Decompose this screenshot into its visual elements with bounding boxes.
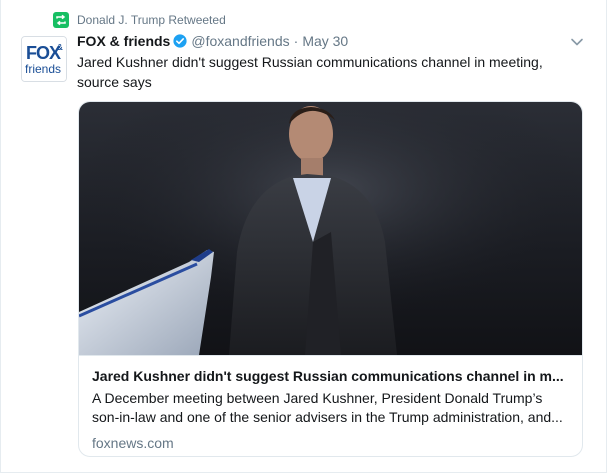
timestamp[interactable]: May 30	[302, 33, 348, 49]
card-image[interactable]	[79, 102, 582, 355]
card-body[interactable]: Jared Kushner didn't suggest Russian com…	[79, 355, 582, 456]
fox-and-friends-logo: FOX & friends	[22, 37, 66, 81]
card-description: A December meeting between Jared Kushner…	[92, 390, 563, 425]
retweet-icon	[53, 12, 69, 28]
chevron-down-icon[interactable]	[569, 34, 585, 50]
card-title[interactable]: Jared Kushner didn't suggest Russian com…	[92, 366, 569, 386]
logo-amp-text: &	[57, 43, 63, 52]
logo-fox-text: FOX	[26, 43, 61, 63]
separator-dot: ·	[293, 33, 299, 49]
verified-badge-icon	[173, 34, 187, 48]
logo-friends-text: friends	[25, 62, 61, 76]
tweet-container[interactable]: Donald J. Trump Retweeted FOX & friends …	[0, 0, 607, 473]
author-handle[interactable]: @foxandfriends	[191, 33, 289, 49]
tweet-header: FOX & friends @foxandfriends · May 30	[77, 31, 348, 51]
link-card[interactable]: Jared Kushner didn't suggest Russian com…	[78, 101, 583, 457]
card-domain: foxnews.com	[92, 435, 174, 451]
author-name[interactable]: FOX & friends	[77, 33, 170, 49]
tweet-text: Jared Kushner didn't suggest Russian com…	[77, 54, 543, 90]
retweet-label[interactable]: Donald J. Trump Retweeted	[77, 13, 226, 27]
retweet-context: Donald J. Trump Retweeted	[53, 11, 226, 29]
avatar[interactable]: FOX & friends	[21, 36, 67, 82]
